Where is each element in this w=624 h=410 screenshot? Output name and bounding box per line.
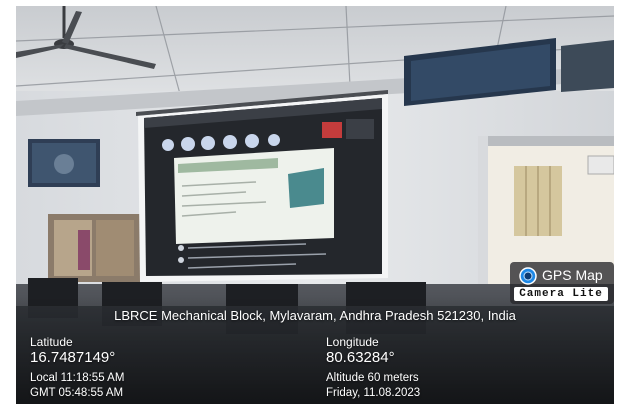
gmt-time: GMT 05:48:55 AM bbox=[30, 387, 124, 399]
badge-subtitle: Camera Lite bbox=[514, 287, 608, 301]
badge-title: GPS Map bbox=[542, 267, 603, 283]
photo-frame: GPS Map Camera Lite LBRCE Mechanical Blo… bbox=[16, 6, 614, 404]
latitude-label: Latitude bbox=[30, 335, 73, 349]
local-time: Local 11:18:55 AM bbox=[30, 372, 125, 384]
latitude-value: 16.7487149° bbox=[30, 349, 116, 366]
projector-screen bbox=[136, 90, 388, 282]
address-line: LBRCE Mechanical Block, Mylavaram, Andhr… bbox=[114, 308, 516, 323]
poster-left bbox=[28, 139, 100, 187]
classroom-photo bbox=[16, 6, 614, 404]
date: Friday, 11.08.2023 bbox=[326, 387, 421, 399]
altitude: Altitude 60 meters bbox=[326, 372, 419, 384]
longitude-value: 80.63284° bbox=[326, 349, 395, 366]
gps-map-badge: GPS Map Camera Lite bbox=[510, 262, 614, 304]
window-left bbox=[48, 214, 140, 282]
camera-lens-icon bbox=[519, 267, 537, 285]
longitude-label: Longitude bbox=[326, 335, 379, 349]
